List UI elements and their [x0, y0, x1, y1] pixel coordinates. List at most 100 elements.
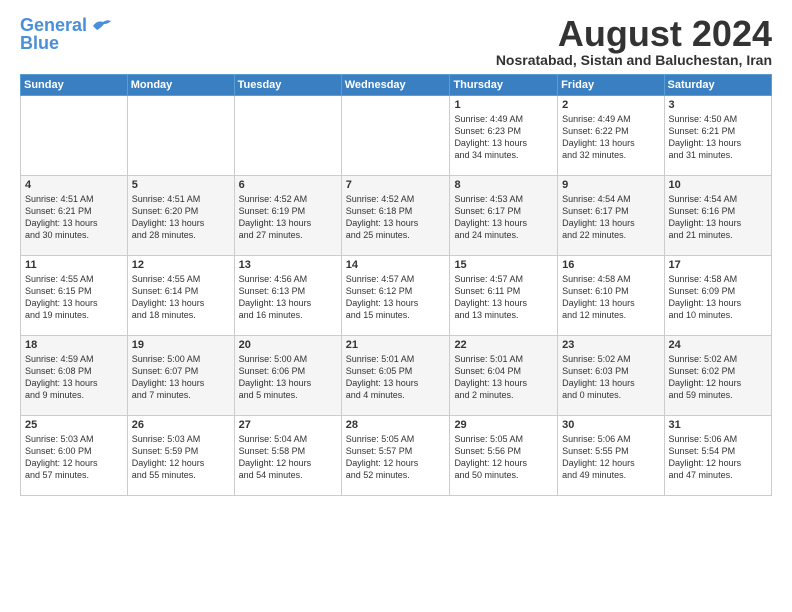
day-info: Sunrise: 4:52 AMSunset: 6:18 PMDaylight:…	[346, 193, 446, 242]
day-info: Sunrise: 4:51 AMSunset: 6:20 PMDaylight:…	[132, 193, 230, 242]
day-number: 6	[239, 179, 337, 191]
day-info: Sunrise: 4:55 AMSunset: 6:15 PMDaylight:…	[25, 273, 123, 322]
calendar-cell: 3Sunrise: 4:50 AMSunset: 6:21 PMDaylight…	[664, 96, 771, 176]
day-info: Sunrise: 5:02 AMSunset: 6:03 PMDaylight:…	[562, 353, 659, 402]
page: General Blue August 2024 Nosratabad, Sis…	[0, 0, 792, 612]
day-info: Sunrise: 4:51 AMSunset: 6:21 PMDaylight:…	[25, 193, 123, 242]
calendar-cell: 23 Sunrise: 5:02 AMSunset: 6:03 PMDayligh…	[558, 336, 664, 416]
day-number: 17	[669, 259, 767, 271]
calendar-week-row: 1 Sunrise: 4:49 AMSunset: 6:23 PMDaylight…	[21, 96, 772, 176]
calendar-cell: 27Sunrise: 5:04 AMSunset: 5:58 PMDayligh…	[234, 416, 341, 496]
day-number: 14	[346, 259, 446, 271]
day-number: 26	[132, 419, 230, 431]
day-info: Sunrise: 5:03 AMSunset: 6:00 PMDaylight:…	[25, 433, 123, 482]
day-number: 5	[132, 179, 230, 191]
calendar-cell: 16 Sunrise: 4:58 AMSunset: 6:10 PMDayligh…	[558, 256, 664, 336]
title-block: August 2024 Nosratabad, Sistan and Baluc…	[496, 16, 772, 68]
calendar-cell: 31 Sunrise: 5:06 AMSunset: 5:54 PMDayligh…	[664, 416, 771, 496]
calendar-cell: 29Sunrise: 5:05 AMSunset: 5:56 PMDayligh…	[450, 416, 558, 496]
day-info: Sunrise: 4:54 AMSunset: 6:16 PMDaylight:…	[669, 193, 767, 242]
calendar-cell	[234, 96, 341, 176]
day-number: 24	[669, 339, 767, 351]
day-number: 16	[562, 259, 659, 271]
day-number: 23	[562, 339, 659, 351]
calendar-cell: 6 Sunrise: 4:52 AMSunset: 6:19 PMDaylight…	[234, 176, 341, 256]
calendar-cell: 4 Sunrise: 4:51 AMSunset: 6:21 PMDaylight…	[21, 176, 128, 256]
day-info: Sunrise: 4:57 AMSunset: 6:11 PMDaylight:…	[454, 273, 553, 322]
day-of-week-header: Monday	[127, 75, 234, 96]
calendar-cell: 30 Sunrise: 5:06 AMSunset: 5:55 PMDayligh…	[558, 416, 664, 496]
day-info: Sunrise: 4:58 AMSunset: 6:10 PMDaylight:…	[562, 273, 659, 322]
day-number: 1	[454, 99, 553, 111]
calendar-cell: 15 Sunrise: 4:57 AMSunset: 6:11 PMDayligh…	[450, 256, 558, 336]
calendar-cell	[341, 96, 450, 176]
day-number: 29	[454, 419, 553, 431]
day-number: 31	[669, 419, 767, 431]
calendar-table: SundayMondayTuesdayWednesdayThursdayFrid…	[20, 74, 772, 496]
day-number: 21	[346, 339, 446, 351]
day-number: 7	[346, 179, 446, 191]
calendar-cell: 8Sunrise: 4:53 AMSunset: 6:17 PMDaylight…	[450, 176, 558, 256]
day-of-week-header: Thursday	[450, 75, 558, 96]
day-info: Sunrise: 4:50 AMSunset: 6:21 PMDaylight:…	[669, 113, 767, 162]
day-number: 20	[239, 339, 337, 351]
day-info: Sunrise: 5:03 AMSunset: 5:59 PMDaylight:…	[132, 433, 230, 482]
day-info: Sunrise: 5:00 AMSunset: 6:07 PMDaylight:…	[132, 353, 230, 402]
day-info: Sunrise: 4:49 AMSunset: 6:23 PMDaylight:…	[454, 113, 553, 162]
day-number: 15	[454, 259, 553, 271]
day-info: Sunrise: 4:54 AMSunset: 6:17 PMDaylight:…	[562, 193, 659, 242]
calendar-header-row: SundayMondayTuesdayWednesdayThursdayFrid…	[21, 75, 772, 96]
day-of-week-header: Sunday	[21, 75, 128, 96]
calendar-cell: 9Sunrise: 4:54 AMSunset: 6:17 PMDaylight…	[558, 176, 664, 256]
calendar-cell: 2Sunrise: 4:49 AMSunset: 6:22 PMDaylight…	[558, 96, 664, 176]
day-number: 22	[454, 339, 553, 351]
calendar-cell: 26 Sunrise: 5:03 AMSunset: 5:59 PMDayligh…	[127, 416, 234, 496]
day-info: Sunrise: 5:04 AMSunset: 5:58 PMDaylight:…	[239, 433, 337, 482]
day-number: 25	[25, 419, 123, 431]
calendar-cell: 22Sunrise: 5:01 AMSunset: 6:04 PMDayligh…	[450, 336, 558, 416]
day-info: Sunrise: 5:06 AMSunset: 5:55 PMDaylight:…	[562, 433, 659, 482]
day-info: Sunrise: 5:00 AMSunset: 6:06 PMDaylight:…	[239, 353, 337, 402]
day-info: Sunrise: 5:01 AMSunset: 6:05 PMDaylight:…	[346, 353, 446, 402]
calendar-cell: 12 Sunrise: 4:55 AMSunset: 6:14 PMDayligh…	[127, 256, 234, 336]
day-number: 28	[346, 419, 446, 431]
calendar-cell: 17 Sunrise: 4:58 AMSunset: 6:09 PMDayligh…	[664, 256, 771, 336]
subtitle: Nosratabad, Sistan and Baluchestan, Iran	[496, 52, 772, 68]
day-info: Sunrise: 4:56 AMSunset: 6:13 PMDaylight:…	[239, 273, 337, 322]
day-number: 12	[132, 259, 230, 271]
day-number: 30	[562, 419, 659, 431]
day-info: Sunrise: 5:02 AMSunset: 6:02 PMDaylight:…	[669, 353, 767, 402]
logo-blue: Blue	[20, 33, 59, 53]
calendar-cell: 28Sunrise: 5:05 AMSunset: 5:57 PMDayligh…	[341, 416, 450, 496]
calendar-cell	[21, 96, 128, 176]
calendar-cell: 1 Sunrise: 4:49 AMSunset: 6:23 PMDaylight…	[450, 96, 558, 176]
day-number: 4	[25, 179, 123, 191]
day-info: Sunrise: 4:52 AMSunset: 6:19 PMDaylight:…	[239, 193, 337, 242]
day-number: 10	[669, 179, 767, 191]
calendar-week-row: 4 Sunrise: 4:51 AMSunset: 6:21 PMDaylight…	[21, 176, 772, 256]
calendar-cell: 5 Sunrise: 4:51 AMSunset: 6:20 PMDaylight…	[127, 176, 234, 256]
day-of-week-header: Friday	[558, 75, 664, 96]
day-info: Sunrise: 5:06 AMSunset: 5:54 PMDaylight:…	[669, 433, 767, 482]
calendar-cell: 21 Sunrise: 5:01 AMSunset: 6:05 PMDayligh…	[341, 336, 450, 416]
calendar-cell: 7 Sunrise: 4:52 AMSunset: 6:18 PMDaylight…	[341, 176, 450, 256]
day-number: 2	[562, 99, 659, 111]
calendar-cell: 18Sunrise: 4:59 AMSunset: 6:08 PMDayligh…	[21, 336, 128, 416]
header: General Blue August 2024 Nosratabad, Sis…	[20, 16, 772, 68]
day-info: Sunrise: 4:55 AMSunset: 6:14 PMDaylight:…	[132, 273, 230, 322]
day-of-week-header: Wednesday	[341, 75, 450, 96]
calendar-week-row: 25 Sunrise: 5:03 AMSunset: 6:00 PMDayligh…	[21, 416, 772, 496]
day-number: 19	[132, 339, 230, 351]
logo-general: General	[20, 15, 87, 35]
calendar-cell: 19 Sunrise: 5:00 AMSunset: 6:07 PMDayligh…	[127, 336, 234, 416]
calendar-cell	[127, 96, 234, 176]
day-number: 8	[454, 179, 553, 191]
day-number: 13	[239, 259, 337, 271]
logo: General Blue	[20, 16, 113, 52]
logo-bird-icon	[91, 18, 113, 36]
day-info: Sunrise: 4:57 AMSunset: 6:12 PMDaylight:…	[346, 273, 446, 322]
calendar-week-row: 18Sunrise: 4:59 AMSunset: 6:08 PMDayligh…	[21, 336, 772, 416]
calendar-week-row: 11Sunrise: 4:55 AMSunset: 6:15 PMDayligh…	[21, 256, 772, 336]
day-info: Sunrise: 4:58 AMSunset: 6:09 PMDaylight:…	[669, 273, 767, 322]
day-info: Sunrise: 4:59 AMSunset: 6:08 PMDaylight:…	[25, 353, 123, 402]
